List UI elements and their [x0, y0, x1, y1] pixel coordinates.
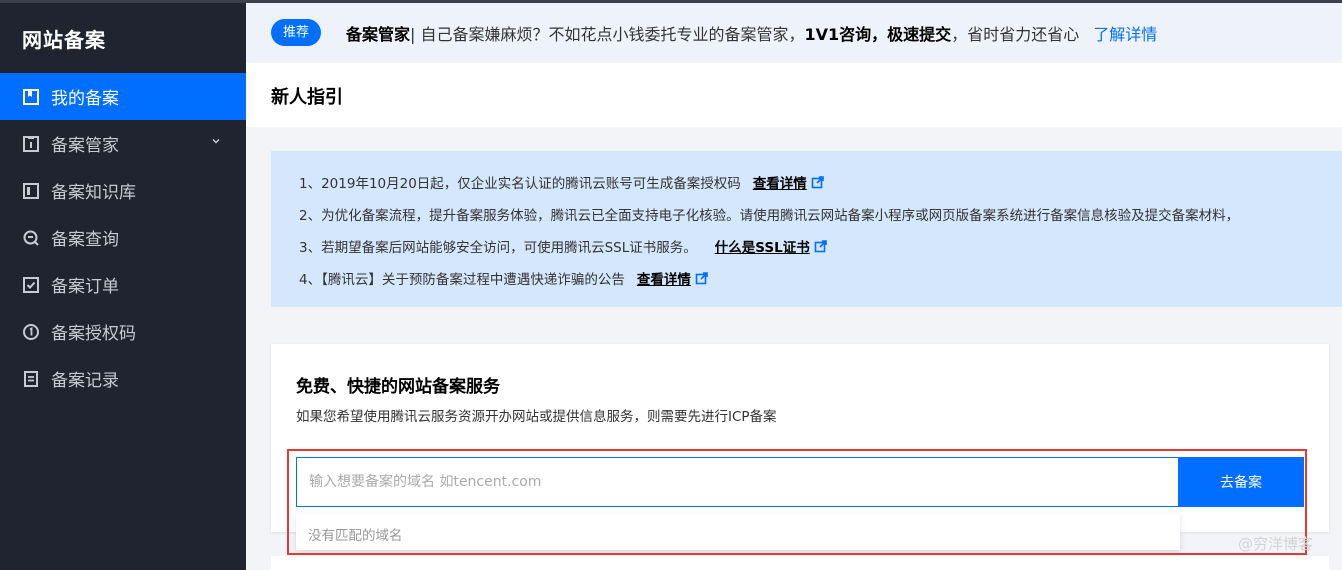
external-link-icon[interactable] — [695, 272, 708, 285]
document-icon — [22, 370, 40, 388]
sidebar-top-divider — [0, 0, 246, 3]
sidebar-item-label: 备案订单 — [51, 277, 119, 297]
view-details-link[interactable]: 查看详情 — [753, 176, 807, 192]
sidebar-nav: 我的备案 备案管家 备案知识库 备案查询 备案订单 备案授权码 备案记录 — [0, 73, 246, 402]
learn-more-link[interactable]: 了解详情 — [1093, 25, 1157, 44]
sidebar-item-label: 备案管家 — [51, 136, 119, 156]
banner-text-part: ，省时省力还省心 — [951, 25, 1080, 44]
sidebar-item-filing-records[interactable]: 备案记录 — [0, 355, 246, 402]
notice-item: 4、【腾讯云】关于预防备案过程中遭遇快递诈骗的公告 查看详情 — [299, 268, 708, 288]
banner-text: 备案管家| 自己备案嫌麻烦？不如花点小钱委托专业的备案管家，1V1咨询，极速提交… — [346, 21, 1157, 45]
banner-strong-1: 1V1咨询 — [804, 25, 872, 44]
notice-text: 3、若期望备案后网站能够安全访问，可使用腾讯云SSL证书服务。 — [299, 240, 697, 256]
notice-item: 2、为优化备案流程，提升备案服务体验，腾讯云已全面支持电子化核验。请使用腾讯云网… — [299, 204, 1239, 224]
notice-item: 3、若期望备案后网站能够安全访问，可使用腾讯云SSL证书服务。 什么是SSL证书 — [299, 236, 827, 256]
sidebar-item-label: 备案授权码 — [51, 324, 136, 344]
sidebar-item-filing-orders[interactable]: 备案订单 — [0, 261, 246, 308]
sidebar-item-auth-code[interactable]: 备案授权码 — [0, 308, 246, 355]
domain-input[interactable] — [297, 458, 1179, 506]
notice-item: 1、2019年10月20日起，仅企业实名认证的腾讯云账号可生成备案授权码 查看详情 — [299, 172, 824, 192]
sidebar-item-filing-query[interactable]: 备案查询 — [0, 214, 246, 261]
brand-title: 网站备案 — [22, 28, 106, 52]
sidebar-item-knowledge-base[interactable]: 备案知识库 — [0, 167, 246, 214]
view-details-link[interactable]: 查看详情 — [637, 272, 691, 288]
notice-text: 4、【腾讯云】关于预防备案过程中遭遇快递诈骗的公告 — [299, 272, 625, 288]
number-one-icon — [22, 323, 40, 341]
page-title: 新人指引 — [271, 87, 343, 108]
banner-strong-title: 备案管家 — [346, 25, 411, 44]
notice-text: 1、2019年10月20日起，仅企业实名认证的腾讯云账号可生成备案授权码 — [299, 176, 741, 192]
filing-service-card: 免费、快捷的网站备案服务 如果您希望使用腾讯云服务资源开办网站或提供信息服务，则… — [271, 344, 1329, 550]
banner-sep: ， — [871, 25, 888, 44]
next-section-card — [271, 556, 1329, 570]
no-match-text: 没有匹配的域名 — [308, 528, 403, 544]
sidebar-item-my-filings[interactable]: 我的备案 — [0, 73, 246, 120]
sidebar-item-label: 备案记录 — [51, 371, 119, 391]
notice-text: 2、为优化备案流程，提升备案服务体验，腾讯云已全面支持电子化核验。请使用腾讯云网… — [299, 208, 1240, 224]
banner-text-part: | 自己备案嫌麻烦？不如花点小钱委托专业的备案管家， — [410, 25, 805, 44]
domain-suggestions-dropdown: 没有匹配的域名 — [296, 514, 1180, 550]
card-title: 免费、快捷的网站备案服务 — [296, 377, 500, 397]
book-icon — [22, 182, 40, 200]
chevron-down-icon[interactable] — [210, 135, 222, 147]
domain-search-box — [296, 457, 1180, 507]
search-icon — [22, 229, 40, 247]
card-subtitle: 如果您希望使用腾讯云服务资源开办网站或提供信息服务，则需要先进行ICP备案 — [296, 409, 777, 425]
banner-strong-2: 极速提交 — [887, 25, 952, 44]
sidebar: 网站备案 我的备案 备案管家 备案知识库 备案查询 备案订单 备案授权码 备案记… — [0, 0, 246, 570]
what-is-ssl-link[interactable]: 什么是SSL证书 — [715, 240, 810, 256]
watermark: @穷洋博客 — [1238, 535, 1314, 553]
sidebar-item-filing-butler[interactable]: 备案管家 — [0, 120, 246, 167]
main-content: 新人指引 1、2019年10月20日起，仅企业实名认证的腾讯云账号可生成备案授权… — [246, 63, 1342, 570]
sidebar-item-label: 备案知识库 — [51, 183, 136, 203]
guide-header: 新人指引 — [246, 63, 1342, 127]
checklist-icon — [22, 276, 40, 294]
promo-banner: 推荐 备案管家| 自己备案嫌麻烦？不如花点小钱委托专业的备案管家，1V1咨询，极… — [246, 0, 1342, 63]
id-card-icon — [22, 135, 40, 153]
sidebar-item-label: 我的备案 — [51, 89, 119, 109]
recommend-badge: 推荐 — [271, 19, 322, 46]
go-filing-button[interactable]: 去备案 — [1178, 457, 1304, 507]
bookmark-icon — [22, 88, 40, 106]
notice-panel: 1、2019年10月20日起，仅企业实名认证的腾讯云账号可生成备案授权码 查看详情… — [271, 151, 1342, 307]
external-link-icon[interactable] — [811, 176, 824, 189]
sidebar-item-label: 备案查询 — [51, 230, 119, 250]
external-link-icon[interactable] — [814, 240, 827, 253]
